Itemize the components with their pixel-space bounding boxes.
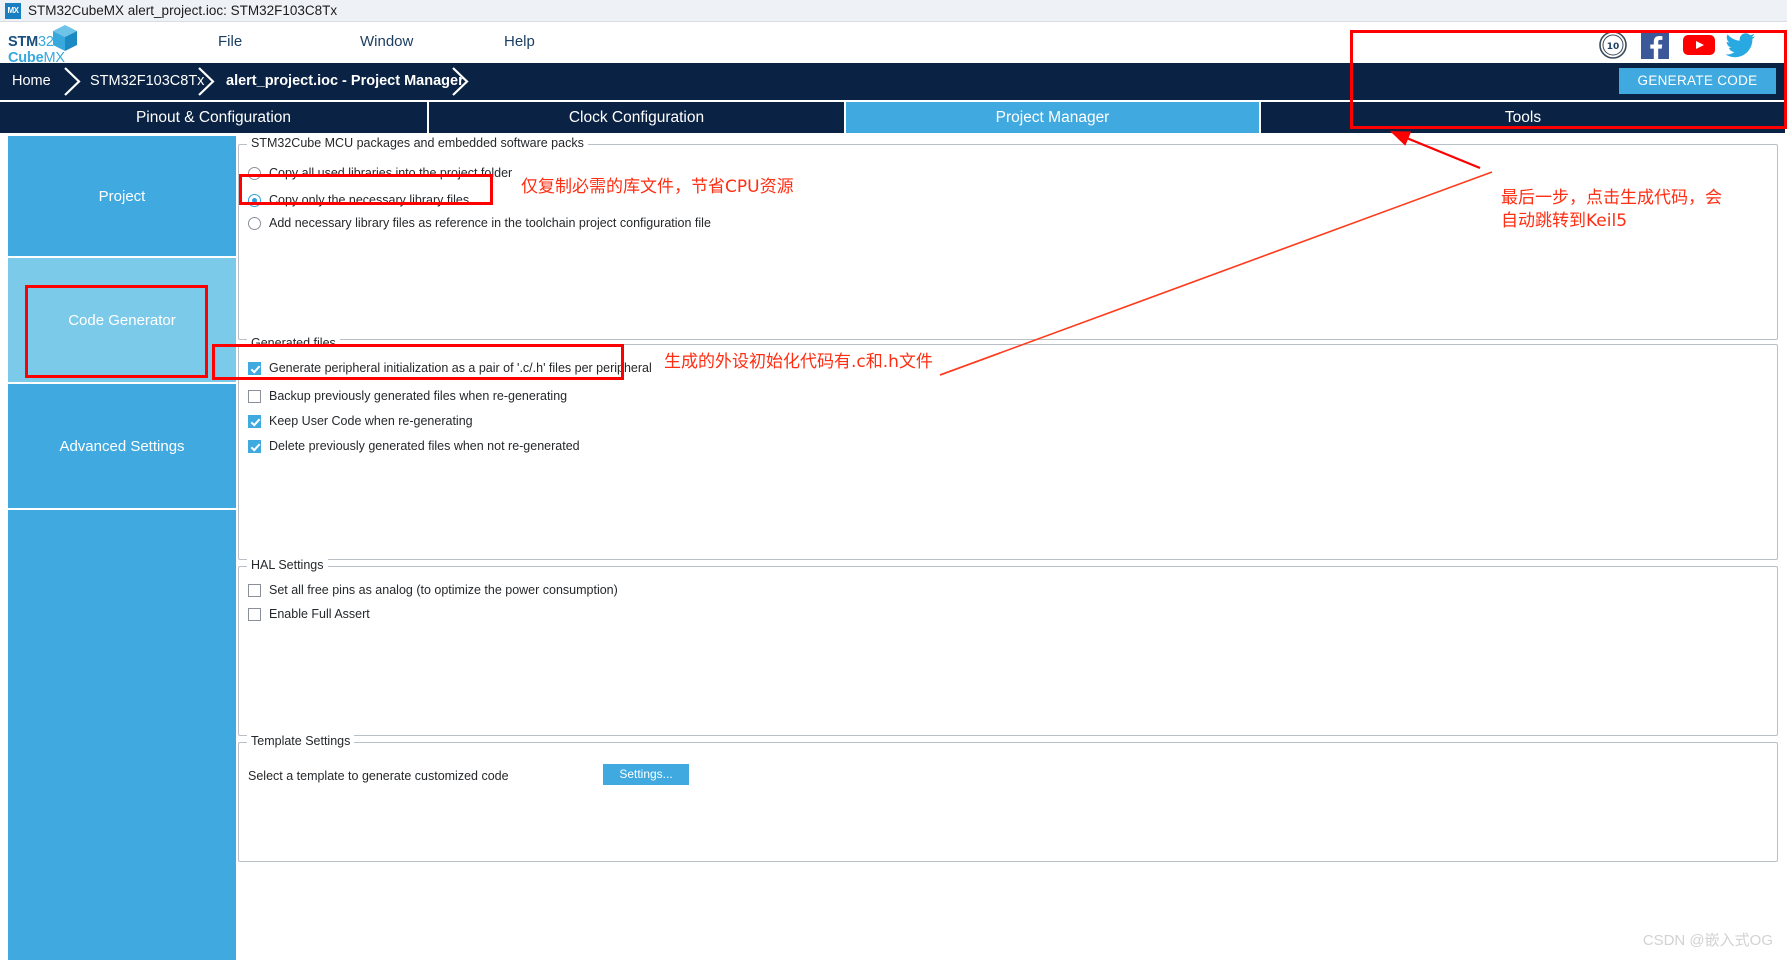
group-template-settings: Template Settings Select a template to g… — [238, 734, 1778, 862]
checkbox-set-free-pins-analog-label: Set all free pins as analog (to optimize… — [269, 583, 618, 597]
generate-code-button[interactable]: GENERATE CODE — [1619, 68, 1776, 94]
checkbox-icon[interactable] — [248, 389, 261, 403]
checkbox-set-free-pins-analog[interactable]: Set all free pins as analog (to optimize… — [248, 583, 618, 597]
annotation-generate-code: 最后一步，点击生成代码，会 自动跳转到Keil5 — [1501, 188, 1722, 231]
chevron-right-icon — [450, 66, 472, 97]
breadcrumb-item-mcu[interactable]: STM32F103C8Tx — [90, 63, 204, 100]
group-hal-settings-title: HAL Settings — [247, 558, 328, 572]
checkbox-delete-generated-files-label: Delete previously generated files when n… — [269, 439, 580, 453]
checkbox-icon[interactable] — [248, 361, 261, 375]
app-icon: MX — [5, 2, 21, 19]
radio-add-libraries-as-reference[interactable]: Add necessary library files as reference… — [248, 216, 711, 230]
tab-clock-configuration[interactable]: Clock Configuration — [429, 102, 846, 133]
sidebar-filler — [8, 510, 236, 954]
youtube-icon[interactable] — [1682, 30, 1715, 60]
checkbox-backup-generated-files-label: Backup previously generated files when r… — [269, 389, 568, 403]
social-links: 10 — [1598, 30, 1755, 60]
menu-window[interactable]: Window — [360, 33, 413, 50]
menu-help[interactable]: Help — [504, 33, 535, 50]
ten-years-badge-icon[interactable]: 10 — [1598, 30, 1628, 60]
group-mcu-packages: STM32Cube MCU packages and embedded soft… — [238, 136, 1778, 340]
breadcrumb-item-current[interactable]: alert_project.ioc - Project Manager — [226, 63, 464, 100]
group-template-settings-title: Template Settings — [247, 734, 355, 748]
radio-add-libraries-as-reference-label: Add necessary library files as reference… — [269, 216, 711, 230]
checkbox-enable-full-assert[interactable]: Enable Full Assert — [248, 607, 370, 621]
stm32cubemx-logo: STM32 CubeMX — [8, 24, 80, 66]
checkbox-enable-full-assert-label: Enable Full Assert — [269, 607, 370, 621]
breadcrumb-item-home[interactable]: Home — [12, 63, 51, 100]
group-hal-settings: HAL Settings Set all free pins as analog… — [238, 558, 1778, 736]
tab-project-manager[interactable]: Project Manager — [846, 102, 1261, 133]
chevron-right-icon — [196, 66, 218, 97]
sidebar-item-project[interactable]: Project — [8, 136, 236, 258]
facebook-icon[interactable] — [1640, 30, 1670, 60]
project-manager-sidebar: Project Code Generator Advanced Settings — [8, 136, 236, 960]
checkbox-delete-generated-files[interactable]: Delete previously generated files when n… — [248, 439, 580, 453]
checkbox-backup-generated-files[interactable]: Backup previously generated files when r… — [248, 389, 567, 403]
svg-text:10: 10 — [1607, 42, 1620, 52]
window-title: STM32CubeMX alert_project.ioc: STM32F103… — [28, 3, 338, 18]
main-tabs: Pinout & Configuration Clock Configurati… — [0, 102, 1787, 133]
cube-logo-icon — [52, 24, 78, 52]
group-generated-files-title: Generated files — [247, 336, 340, 350]
radio-copy-necessary-libraries-label: Copy only the necessary library files — [269, 193, 470, 207]
checkbox-keep-user-code[interactable]: Keep User Code when re-generating — [248, 414, 473, 428]
tab-pinout-configuration[interactable]: Pinout & Configuration — [0, 102, 429, 133]
template-settings-description: Select a template to generate customized… — [248, 769, 509, 783]
radio-icon[interactable] — [248, 166, 261, 180]
annotation-copy-only-library: 仅复制必需的库文件，节省CPU资源 — [521, 177, 794, 197]
checkbox-icon[interactable] — [248, 607, 261, 621]
checkbox-generate-peripheral-init[interactable]: Generate peripheral initialization as a … — [248, 361, 652, 375]
group-mcu-packages-title: STM32Cube MCU packages and embedded soft… — [247, 136, 588, 150]
checkbox-icon[interactable] — [248, 439, 261, 453]
tab-tools[interactable]: Tools — [1261, 102, 1785, 133]
csdn-watermark: CSDN @嵌入式OG — [1642, 932, 1773, 949]
menu-file[interactable]: File — [218, 33, 242, 50]
code-generator-panel: STM32Cube MCU packages and embedded soft… — [237, 136, 1781, 960]
sidebar-item-advanced-settings[interactable]: Advanced Settings — [8, 384, 236, 510]
sidebar-item-code-generator[interactable]: Code Generator — [8, 258, 236, 384]
template-settings-button[interactable]: Settings... — [603, 764, 689, 785]
chevron-right-icon — [62, 66, 84, 97]
group-generated-files: Generated files Generate peripheral init… — [238, 336, 1778, 560]
breadcrumb: Home STM32F103C8Tx alert_project.ioc - P… — [0, 63, 1787, 100]
radio-copy-all-libraries-label: Copy all used libraries into the project… — [269, 166, 513, 180]
logo-text-top: STM32 — [8, 34, 54, 50]
stm32cubemx-window: MX STM32CubeMX alert_project.ioc: STM32F… — [0, 0, 1787, 960]
radio-icon[interactable] — [248, 193, 261, 207]
menu-bar: STM32 CubeMX File Window Help 10 — [0, 22, 1787, 66]
checkbox-icon[interactable] — [248, 583, 261, 597]
checkbox-keep-user-code-label: Keep User Code when re-generating — [269, 414, 473, 428]
radio-copy-necessary-libraries[interactable]: Copy only the necessary library files — [248, 193, 469, 207]
radio-copy-all-libraries[interactable]: Copy all used libraries into the project… — [248, 166, 512, 180]
checkbox-icon[interactable] — [248, 414, 261, 428]
annotation-generated-files: 生成的外设初始化代码有.c和.h文件 — [664, 352, 933, 372]
radio-icon[interactable] — [248, 216, 261, 230]
window-titlebar: MX STM32CubeMX alert_project.ioc: STM32F… — [0, 0, 1787, 22]
twitter-icon[interactable] — [1724, 30, 1755, 60]
checkbox-generate-peripheral-init-label: Generate peripheral initialization as a … — [269, 361, 652, 375]
